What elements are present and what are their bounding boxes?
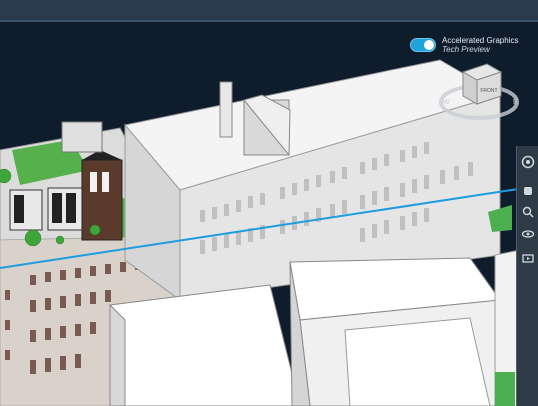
autocad-viewport[interactable]: Accelerated Graphics Tech Preview FRONT … [0,0,538,406]
toggle-label: Accelerated Graphics [442,36,519,45]
showmotion-icon[interactable] [520,250,536,266]
compass-east-label: E [513,99,518,106]
steering-wheel-icon[interactable] [520,154,536,170]
accelerated-graphics-toggle[interactable]: Accelerated Graphics Tech Preview [410,36,518,54]
viewcube[interactable]: FRONT W E [437,60,521,126]
zoom-icon[interactable] [520,204,536,220]
pan-icon[interactable] [520,182,536,198]
viewcube-face-label: FRONT [480,88,497,94]
toggle-switch[interactable] [410,38,436,52]
orbit-icon[interactable] [520,226,536,242]
navigation-bar [516,146,538,406]
toggle-knob [424,40,434,50]
toggle-sublabel: Tech Preview [442,45,490,54]
compass-west-label: W [443,99,450,106]
ribbon-bar [0,0,538,22]
toggle-label-group: Accelerated Graphics Tech Preview [442,36,518,54]
